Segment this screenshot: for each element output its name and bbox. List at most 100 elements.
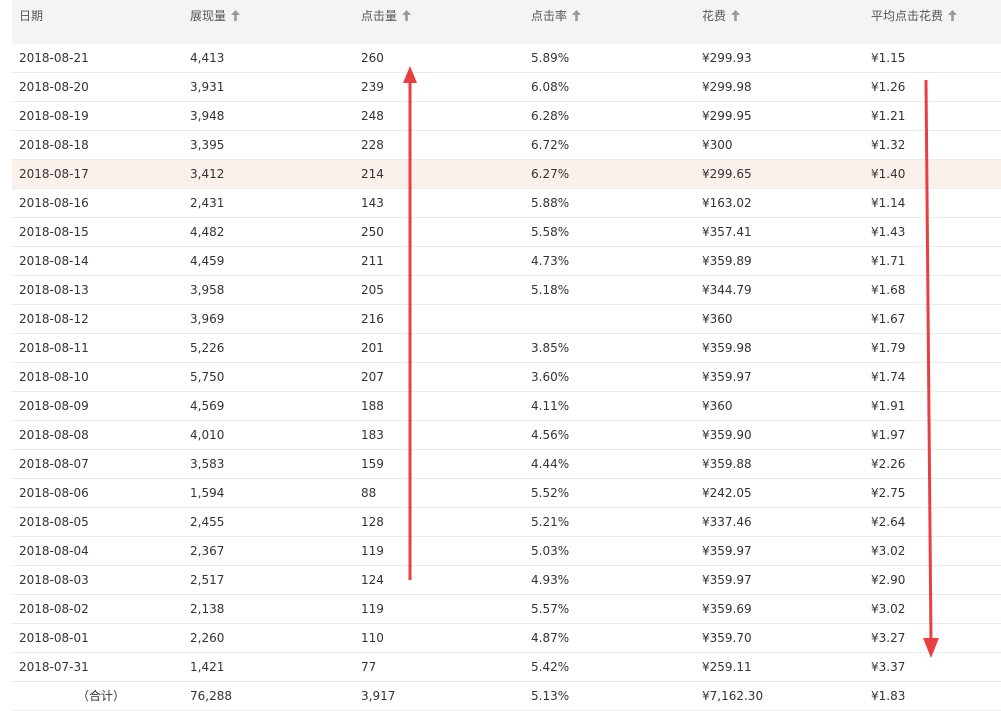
cell-impressions: 1,594: [190, 486, 225, 500]
cell-cost: ¥359.89: [702, 254, 752, 268]
cell-clicks: 188: [361, 399, 384, 413]
cell-impressions: 2,138: [190, 602, 225, 616]
table-row[interactable]: 2018-08-11 5,226 201 3.85% ¥359.98 ¥1.79: [12, 334, 1001, 363]
table-row[interactable]: 2018-08-17 3,412 214 6.27% ¥299.65 ¥1.40: [12, 160, 1001, 189]
cell-avg-cpc: ¥1.15: [871, 51, 906, 65]
table-row[interactable]: 2018-07-31 1,421 77 5.42% ¥259.11 ¥3.37: [12, 653, 1001, 682]
column-header-impressions[interactable]: 展现量: [190, 0, 241, 32]
sort-up-icon[interactable]: [572, 10, 582, 21]
sort-up-icon[interactable]: [231, 10, 241, 21]
cell-date: 2018-08-06: [19, 486, 89, 500]
cell-avg-cpc: ¥3.27: [871, 631, 906, 645]
table-row[interactable]: 2018-08-16 2,431 143 5.88% ¥163.02 ¥1.14: [12, 189, 1001, 218]
cell-avg-cpc: ¥1.40: [871, 167, 906, 181]
column-header-ctr[interactable]: 点击率: [531, 0, 582, 32]
column-header-label: 点击量: [361, 9, 398, 23]
cell-date: 2018-08-16: [19, 196, 89, 210]
cell-date: 2018-08-12: [19, 312, 89, 326]
cell-cost: ¥360: [702, 312, 733, 326]
table-row[interactable]: 2018-08-07 3,583 159 4.44% ¥359.88 ¥2.26: [12, 450, 1001, 479]
table-row[interactable]: 2018-08-20 3,931 239 6.08% ¥299.98 ¥1.26: [12, 73, 1001, 102]
total-cost: ¥7,162.30: [702, 689, 764, 703]
cell-date: 2018-08-21: [19, 51, 89, 65]
table-row[interactable]: 2018-08-19 3,948 248 6.28% ¥299.95 ¥1.21: [12, 102, 1001, 131]
cell-date: 2018-08-05: [19, 515, 89, 529]
table-row[interactable]: 2018-08-12 3,969 216 ¥360 ¥1.67: [12, 305, 1001, 334]
table-row[interactable]: 2018-08-18 3,395 228 6.72% ¥300 ¥1.32: [12, 131, 1001, 160]
cell-cost: ¥359.97: [702, 573, 752, 587]
column-header-cost[interactable]: 花费: [702, 0, 741, 32]
table-row[interactable]: 2018-08-08 4,010 183 4.56% ¥359.90 ¥1.97: [12, 421, 1001, 450]
cell-date: 2018-08-11: [19, 341, 89, 355]
cell-avg-cpc: ¥2.90: [871, 573, 906, 587]
cell-cost: ¥357.41: [702, 225, 752, 239]
cell-avg-cpc: ¥2.26: [871, 457, 906, 471]
cell-clicks: 248: [361, 109, 384, 123]
cell-cost: ¥359.97: [702, 370, 752, 384]
table-row[interactable]: 2018-08-21 4,413 260 5.89% ¥299.93 ¥1.15: [12, 44, 1001, 73]
total-row: （合计） 76,288 3,917 5.13% ¥7,162.30 ¥1.83: [12, 682, 1001, 711]
cell-clicks: 110: [361, 631, 384, 645]
total-avg-cpc: ¥1.83: [871, 689, 906, 703]
cell-clicks: 205: [361, 283, 384, 297]
table-row[interactable]: 2018-08-13 3,958 205 5.18% ¥344.79 ¥1.68: [12, 276, 1001, 305]
cell-impressions: 5,750: [190, 370, 225, 384]
cell-avg-cpc: ¥3.37: [871, 660, 906, 674]
cell-clicks: 119: [361, 602, 384, 616]
cell-impressions: 3,948: [190, 109, 225, 123]
table-row[interactable]: 2018-08-15 4,482 250 5.58% ¥357.41 ¥1.43: [12, 218, 1001, 247]
cell-ctr: 6.27%: [531, 167, 570, 181]
cell-impressions: 3,931: [190, 80, 225, 94]
table-header: 日期 展现量 点击量 点击率 花费 平均点击花费: [12, 0, 1001, 44]
cell-impressions: 1,421: [190, 660, 225, 674]
cell-cost: ¥242.05: [702, 486, 752, 500]
cell-avg-cpc: ¥1.67: [871, 312, 906, 326]
cell-date: 2018-08-17: [19, 167, 89, 181]
table-row[interactable]: 2018-08-01 2,260 110 4.87% ¥359.70 ¥3.27: [12, 624, 1001, 653]
table-row[interactable]: 2018-08-09 4,569 188 4.11% ¥360 ¥1.91: [12, 392, 1001, 421]
sort-up-icon[interactable]: [731, 10, 741, 21]
cell-clicks: 143: [361, 196, 384, 210]
table-row[interactable]: 2018-08-14 4,459 211 4.73% ¥359.89 ¥1.71: [12, 247, 1001, 276]
table-row[interactable]: 2018-08-03 2,517 124 4.93% ¥359.97 ¥2.90: [12, 566, 1001, 595]
total-impressions: 76,288: [190, 689, 232, 703]
cell-impressions: 4,482: [190, 225, 225, 239]
cell-avg-cpc: ¥1.14: [871, 196, 906, 210]
cell-date: 2018-08-08: [19, 428, 89, 442]
cell-impressions: 2,431: [190, 196, 225, 210]
cell-clicks: 77: [361, 660, 377, 674]
cell-avg-cpc: ¥1.74: [871, 370, 906, 384]
cell-avg-cpc: ¥1.71: [871, 254, 906, 268]
cell-ctr: 5.88%: [531, 196, 570, 210]
cell-ctr: 5.58%: [531, 225, 570, 239]
cell-date: 2018-08-03: [19, 573, 89, 587]
cell-clicks: 214: [361, 167, 384, 181]
column-header-label: 点击率: [531, 9, 568, 23]
cell-cost: ¥359.88: [702, 457, 752, 471]
column-header-avg-cpc[interactable]: 平均点击花费: [871, 0, 958, 32]
cell-date: 2018-08-14: [19, 254, 89, 268]
cell-impressions: 4,010: [190, 428, 225, 442]
table-row[interactable]: 2018-08-10 5,750 207 3.60% ¥359.97 ¥1.74: [12, 363, 1001, 392]
table-body: 2018-08-21 4,413 260 5.89% ¥299.93 ¥1.15 2018-…: [12, 44, 1001, 682]
cell-clicks: 207: [361, 370, 384, 384]
cell-date: 2018-08-01: [19, 631, 89, 645]
sort-up-icon[interactable]: [402, 10, 412, 21]
cell-impressions: 3,395: [190, 138, 225, 152]
cell-date: 2018-08-18: [19, 138, 89, 152]
cell-impressions: 4,413: [190, 51, 225, 65]
cell-impressions: 3,969: [190, 312, 225, 326]
cell-avg-cpc: ¥3.02: [871, 602, 906, 616]
table-row[interactable]: 2018-08-02 2,138 119 5.57% ¥359.69 ¥3.02: [12, 595, 1001, 624]
cell-date: 2018-08-13: [19, 283, 89, 297]
table-row[interactable]: 2018-08-06 1,594 88 5.52% ¥242.05 ¥2.75: [12, 479, 1001, 508]
cell-impressions: 2,517: [190, 573, 225, 587]
cell-cost: ¥344.79: [702, 283, 752, 297]
sort-up-icon[interactable]: [948, 10, 958, 21]
table-row[interactable]: 2018-08-05 2,455 128 5.21% ¥337.46 ¥2.64: [12, 508, 1001, 537]
cell-impressions: 3,958: [190, 283, 225, 297]
column-header-clicks[interactable]: 点击量: [361, 0, 412, 32]
cell-impressions: 2,260: [190, 631, 225, 645]
cell-ctr: 6.72%: [531, 138, 570, 152]
table-row[interactable]: 2018-08-04 2,367 119 5.03% ¥359.97 ¥3.02: [12, 537, 1001, 566]
